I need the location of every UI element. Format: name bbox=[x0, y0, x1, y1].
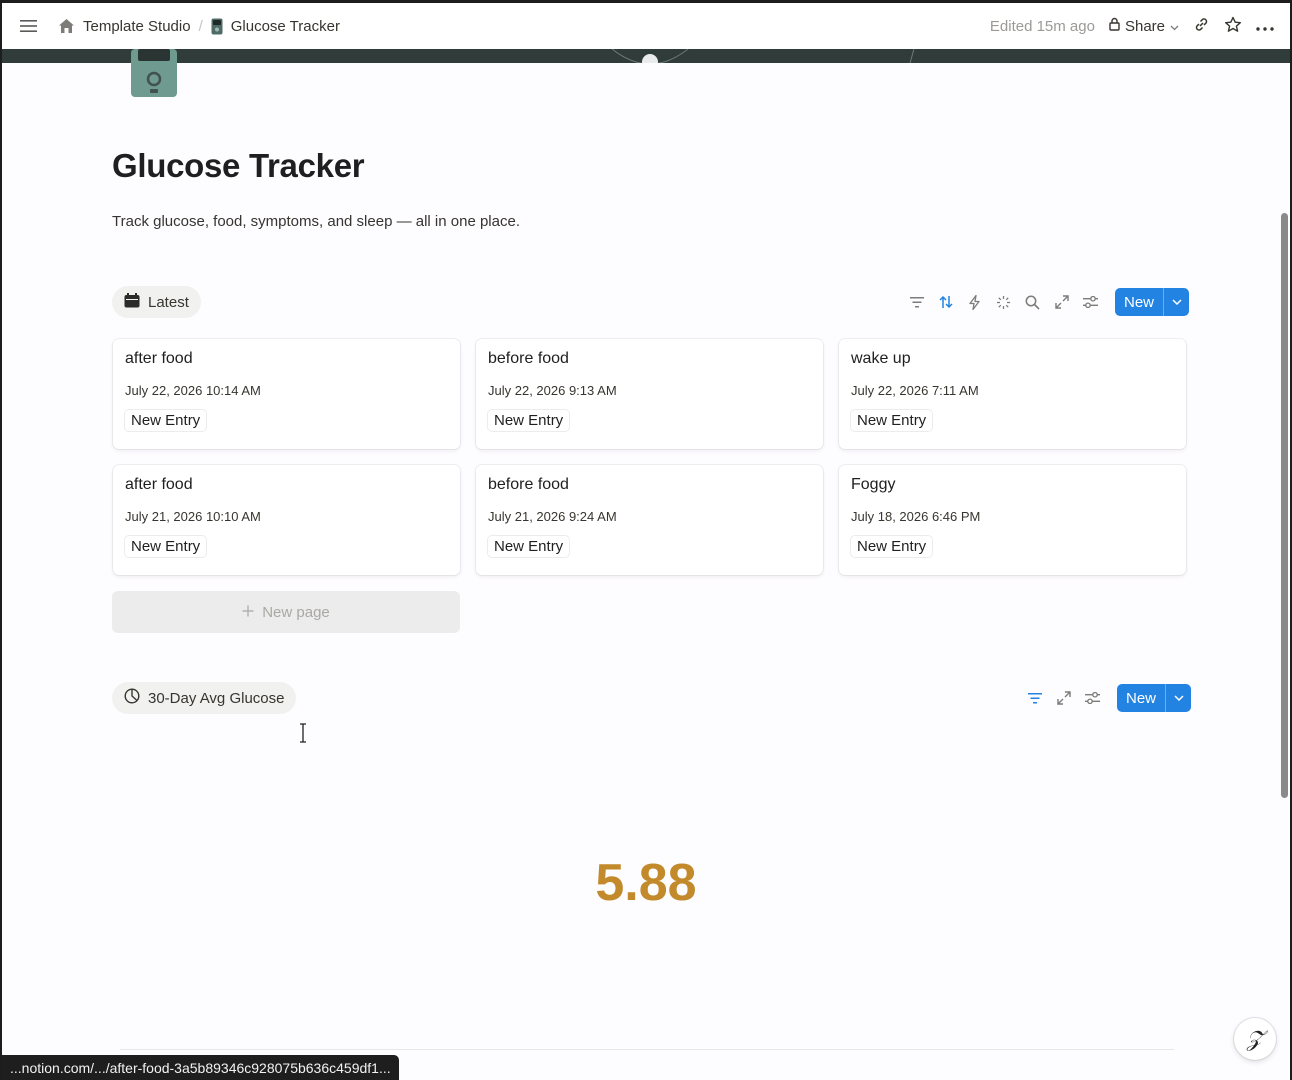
chevron-down-icon[interactable] bbox=[1165, 684, 1191, 712]
card-tag: New Entry bbox=[125, 536, 207, 557]
page-icon-glucose-meter[interactable] bbox=[130, 49, 178, 97]
view-tab-label: Latest bbox=[148, 293, 189, 311]
glucose-meter-icon bbox=[211, 18, 223, 35]
chevron-down-icon bbox=[1170, 18, 1179, 35]
page-cover[interactable] bbox=[2, 49, 1290, 63]
menu-icon[interactable] bbox=[18, 15, 40, 37]
sort-icon[interactable] bbox=[937, 294, 954, 311]
card-title: Foggy bbox=[851, 476, 896, 493]
card-tag: New Entry bbox=[488, 410, 570, 431]
view-tab-label: 30-Day Avg Glucose bbox=[148, 689, 285, 707]
new-button-label: New bbox=[1124, 293, 1155, 311]
gallery-card[interactable]: after food July 21, 2026 10:10 AM New En… bbox=[113, 465, 460, 575]
vertical-scrollbar[interactable] bbox=[1281, 213, 1288, 798]
top-bar: Template Studio / Glucose Tracker Edited… bbox=[2, 3, 1290, 49]
app-window: Template Studio / Glucose Tracker Edited… bbox=[0, 0, 1292, 1080]
gallery-card[interactable]: before food July 21, 2026 9:24 AM New En… bbox=[476, 465, 823, 575]
settings-sliders-icon[interactable] bbox=[1082, 294, 1099, 311]
card-tag: New Entry bbox=[488, 536, 570, 557]
view-tab-avg-glucose[interactable]: 30-Day Avg Glucose bbox=[112, 682, 297, 714]
share-label: Share bbox=[1124, 17, 1165, 35]
gallery-card[interactable]: wake up July 22, 2026 7:11 AM New Entry bbox=[839, 339, 1186, 449]
card-tag: New Entry bbox=[851, 536, 933, 557]
share-button[interactable]: Share bbox=[1109, 17, 1179, 35]
breadcrumb-template-studio[interactable]: Template Studio bbox=[83, 18, 191, 35]
latest-view-toolbar: New bbox=[908, 288, 1190, 316]
view-tab-latest[interactable]: Latest bbox=[112, 286, 201, 318]
card-date: July 22, 2026 10:14 AM bbox=[125, 383, 261, 398]
breadcrumb-separator: / bbox=[198, 17, 203, 35]
edited-timestamp: Edited 15m ago bbox=[989, 17, 1095, 35]
card-title: wake up bbox=[851, 350, 911, 367]
gallery-card[interactable]: before food July 22, 2026 9:13 AM New En… bbox=[476, 339, 823, 449]
pie-chart-icon bbox=[124, 688, 140, 708]
breadcrumb: Template Studio / Glucose Tracker bbox=[58, 18, 340, 35]
gallery-card[interactable]: Foggy July 18, 2026 6:46 PM New Entry bbox=[839, 465, 1186, 575]
plus-icon bbox=[242, 604, 254, 621]
avg-view-toolbar: New bbox=[1026, 684, 1192, 712]
search-icon[interactable] bbox=[1024, 294, 1041, 311]
gallery-card[interactable]: after food July 22, 2026 10:14 AM New En… bbox=[113, 339, 460, 449]
card-title: before food bbox=[488, 476, 569, 493]
filter-icon[interactable] bbox=[1026, 690, 1043, 707]
settings-sliders-icon[interactable] bbox=[1084, 690, 1101, 707]
page-title[interactable]: Glucose Tracker bbox=[112, 147, 365, 185]
more-options-icon[interactable] bbox=[1256, 18, 1274, 35]
new-entry-button[interactable]: New bbox=[1115, 288, 1190, 316]
card-date: July 18, 2026 6:46 PM bbox=[851, 509, 981, 524]
card-title: after food bbox=[125, 476, 193, 493]
home-icon bbox=[58, 18, 75, 34]
expand-icon[interactable] bbox=[1055, 690, 1072, 707]
card-title: after food bbox=[125, 350, 193, 367]
new-avg-entry-button[interactable]: New bbox=[1117, 684, 1192, 712]
sparkle-ai-icon[interactable] bbox=[995, 294, 1012, 311]
link-status-bar: ...notion.com/.../after-food-3a5b89346c9… bbox=[2, 1055, 399, 1080]
card-date: July 22, 2026 9:13 AM bbox=[488, 383, 617, 398]
topbar-actions: Edited 15m ago Share bbox=[990, 16, 1274, 37]
divider bbox=[120, 1049, 1174, 1050]
new-page-button[interactable]: New page bbox=[112, 591, 460, 633]
text-cursor-icon bbox=[298, 723, 308, 748]
new-page-label: New page bbox=[262, 603, 330, 621]
calendar-icon bbox=[124, 292, 140, 312]
star-icon[interactable] bbox=[1224, 16, 1242, 37]
expand-icon[interactable] bbox=[1053, 294, 1070, 311]
card-date: July 21, 2026 9:24 AM bbox=[488, 509, 617, 524]
breadcrumb-glucose-tracker[interactable]: Glucose Tracker bbox=[231, 18, 340, 35]
card-title: before food bbox=[488, 350, 569, 367]
card-date: July 22, 2026 7:11 AM bbox=[851, 383, 979, 398]
lock-icon bbox=[1109, 17, 1120, 35]
chevron-down-icon[interactable] bbox=[1163, 288, 1189, 316]
card-tag: New Entry bbox=[851, 410, 933, 431]
notion-ai-icon[interactable]: 𝒵 bbox=[1234, 1018, 1276, 1060]
avg-glucose-value: 5.88 bbox=[595, 854, 697, 912]
link-icon[interactable] bbox=[1193, 16, 1210, 37]
automation-lightning-icon[interactable] bbox=[966, 294, 983, 311]
page-description[interactable]: Track glucose, food, symptoms, and sleep… bbox=[112, 213, 520, 230]
new-button-label: New bbox=[1126, 689, 1157, 707]
card-tag: New Entry bbox=[125, 410, 207, 431]
filter-icon[interactable] bbox=[908, 294, 925, 311]
card-date: July 21, 2026 10:10 AM bbox=[125, 509, 261, 524]
